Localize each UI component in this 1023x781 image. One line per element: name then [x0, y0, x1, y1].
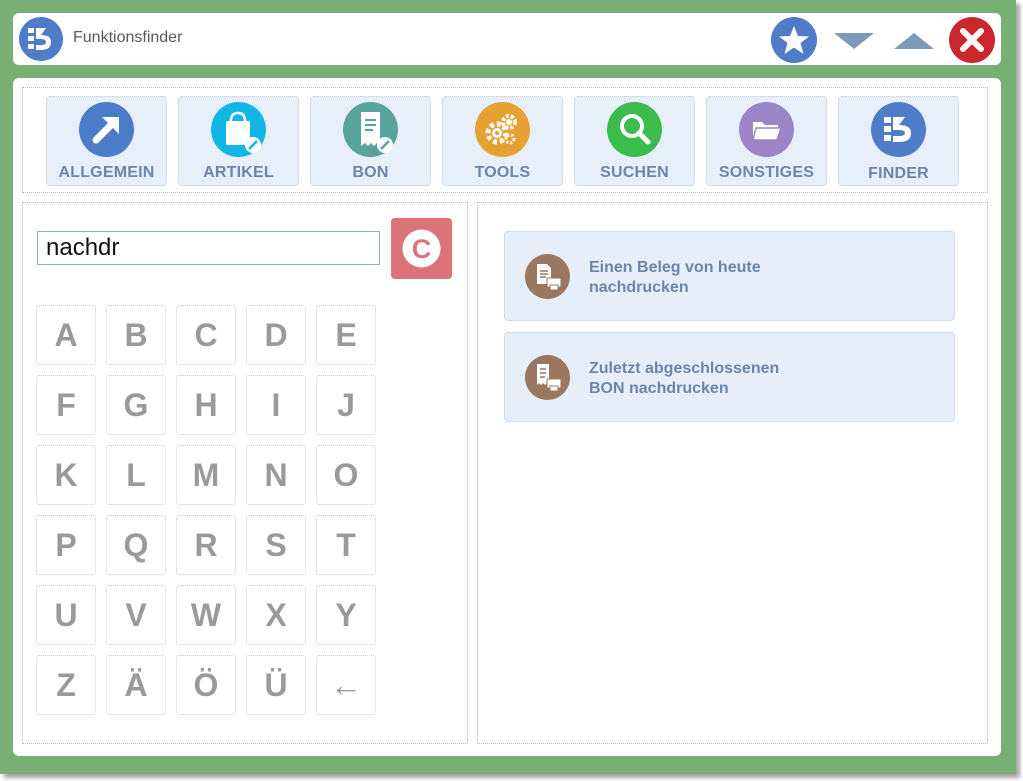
tab-finder[interactable]: FINDER	[838, 96, 959, 186]
app-logo-icon	[19, 17, 63, 61]
key-g[interactable]: G	[106, 375, 166, 435]
print-receipt-icon	[525, 355, 570, 400]
funktionsfinder-window: Funktionsfinder ALLGEMEIN ARTIKEL BON TO…	[0, 0, 1016, 774]
finder-logo-icon	[871, 102, 926, 157]
results-panel: Einen Beleg von heute nachdrucken Zuletz…	[477, 202, 988, 744]
print-document-icon	[525, 254, 570, 299]
key-q[interactable]: Q	[106, 515, 166, 575]
close-icon	[960, 28, 984, 52]
tab-suchen[interactable]: SUCHEN	[574, 96, 695, 186]
tab-label: FINDER	[868, 165, 929, 182]
key-i[interactable]: I	[246, 375, 306, 435]
result-label: Zuletzt abgeschlossenen BON nachdrucken	[589, 360, 780, 397]
main-content: ALLGEMEIN ARTIKEL BON TOOLS SUCHEN SONST…	[13, 78, 1001, 756]
tab-label: TOOLS	[474, 164, 531, 181]
key-h[interactable]: H	[176, 375, 236, 435]
result-label: Einen Beleg von heute nachdrucken	[589, 259, 761, 296]
title-bar: Funktionsfinder	[13, 13, 1001, 65]
key-d[interactable]: D	[246, 305, 306, 365]
key-b[interactable]: B	[106, 305, 166, 365]
tab-bon[interactable]: BON	[310, 96, 431, 186]
tab-label: SONSTIGES	[718, 164, 815, 181]
chevron-up-icon	[894, 33, 934, 49]
tab-tools[interactable]: TOOLS	[442, 96, 563, 186]
key-c[interactable]: C	[176, 305, 236, 365]
tab-label: SUCHEN	[600, 164, 669, 181]
clear-label: C	[412, 234, 432, 264]
result-reprint-receipt-today[interactable]: Einen Beleg von heute nachdrucken	[504, 231, 955, 321]
key-ae[interactable]: Ä	[106, 655, 166, 715]
tab-label: ARTIKEL	[203, 164, 274, 181]
minimize-button[interactable]	[833, 29, 875, 51]
key-l[interactable]: L	[106, 445, 166, 505]
gears-icon	[475, 102, 530, 157]
result-reprint-last-bon[interactable]: Zuletzt abgeschlossenen BON nachdrucken	[504, 332, 955, 422]
key-oe[interactable]: Ö	[176, 655, 236, 715]
clear-icon: C	[402, 229, 441, 268]
key-backspace[interactable]: ←	[316, 655, 376, 715]
tab-artikel[interactable]: ARTIKEL	[178, 96, 299, 186]
key-m[interactable]: M	[176, 445, 236, 505]
key-t[interactable]: T	[316, 515, 376, 575]
favorite-button[interactable]	[771, 17, 817, 63]
key-x[interactable]: X	[246, 585, 306, 645]
key-o[interactable]: O	[316, 445, 376, 505]
arrow-up-right-icon	[79, 102, 134, 157]
receipt-icon	[343, 102, 398, 157]
key-y[interactable]: Y	[316, 585, 376, 645]
close-button[interactable]	[949, 17, 995, 63]
magnifier-icon	[607, 102, 662, 157]
search-input[interactable]	[37, 231, 380, 265]
maximize-button[interactable]	[893, 29, 935, 51]
tab-label: BON	[352, 164, 389, 181]
key-k[interactable]: K	[36, 445, 96, 505]
tab-label: ALLGEMEIN	[58, 164, 155, 181]
chevron-down-icon	[834, 33, 874, 49]
window-title: Funktionsfinder	[73, 29, 183, 46]
key-z[interactable]: Z	[36, 655, 96, 715]
star-icon	[779, 26, 809, 54]
key-f[interactable]: F	[36, 375, 96, 435]
key-j[interactable]: J	[316, 375, 376, 435]
key-w[interactable]: W	[176, 585, 236, 645]
key-u[interactable]: U	[36, 585, 96, 645]
key-n[interactable]: N	[246, 445, 306, 505]
tab-sonstiges[interactable]: SONSTIGES	[706, 96, 827, 186]
key-s[interactable]: S	[246, 515, 306, 575]
key-a[interactable]: A	[36, 305, 96, 365]
clear-button[interactable]: C	[391, 218, 452, 279]
search-panel: C A B C D E F G H I J K L M N O P Q	[22, 202, 468, 744]
category-toolbar: ALLGEMEIN ARTIKEL BON TOOLS SUCHEN SONST…	[22, 87, 988, 193]
tab-allgemein[interactable]: ALLGEMEIN	[46, 96, 167, 186]
shopping-bag-icon	[211, 102, 266, 157]
key-v[interactable]: V	[106, 585, 166, 645]
key-ue[interactable]: Ü	[246, 655, 306, 715]
key-p[interactable]: P	[36, 515, 96, 575]
folder-icon	[739, 102, 794, 157]
key-r[interactable]: R	[176, 515, 236, 575]
key-e[interactable]: E	[316, 305, 376, 365]
